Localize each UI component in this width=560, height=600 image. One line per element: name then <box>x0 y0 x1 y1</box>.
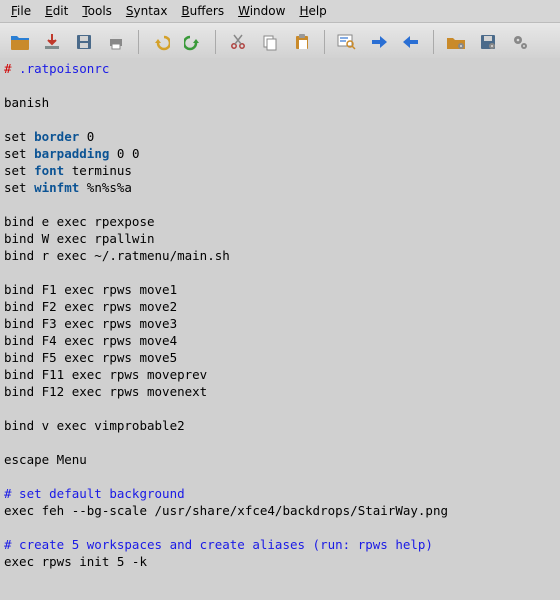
code-text: exec rpws init 5 -k <box>4 554 147 569</box>
code-text: set <box>4 180 34 195</box>
menu-file[interactable]: File <box>4 2 38 20</box>
find-replace-icon <box>337 33 357 51</box>
code-text: bind F4 exec rpws move4 <box>4 333 177 348</box>
menu-buffers[interactable]: Buffers <box>174 2 231 20</box>
code-text: # create 5 workspaces and create aliases… <box>4 537 433 552</box>
print-icon <box>107 33 125 51</box>
code-text: 0 0 <box>109 146 139 161</box>
code-text: # <box>4 61 12 76</box>
undo-button[interactable] <box>146 27 176 57</box>
folder-gear-icon <box>446 33 466 51</box>
code-text: %n%s%a <box>79 180 132 195</box>
arrow-right-icon <box>370 33 388 51</box>
menu-edit[interactable]: Edit <box>38 2 75 20</box>
menu-tools[interactable]: Tools <box>75 2 119 20</box>
code-text: barpadding <box>34 146 109 161</box>
download-icon <box>43 33 61 51</box>
open-button[interactable] <box>5 27 35 57</box>
code-text: bind W exec rpallwin <box>4 231 155 246</box>
print-button[interactable] <box>101 27 131 57</box>
code-text: banish <box>4 95 49 110</box>
cut-icon <box>229 33 247 51</box>
prev-button[interactable] <box>396 27 426 57</box>
open-session-button[interactable] <box>441 27 471 57</box>
code-text: bind F5 exec rpws move5 <box>4 350 177 365</box>
toolbar-separator <box>138 30 139 54</box>
paste-button[interactable] <box>287 27 317 57</box>
settings-button[interactable] <box>505 27 535 57</box>
code-text: bind r exec ~/.ratmenu/main.sh <box>4 248 230 263</box>
code-text: # set default background <box>4 486 185 501</box>
code-text: 0 <box>79 129 94 144</box>
code-text: bind F2 exec rpws move2 <box>4 299 177 314</box>
code-text: bind F1 exec rpws move1 <box>4 282 177 297</box>
toolbar <box>0 23 560 62</box>
code-text: set <box>4 163 34 178</box>
save-button[interactable] <box>69 27 99 57</box>
code-text: winfmt <box>34 180 79 195</box>
gears-icon <box>511 33 529 51</box>
open-icon <box>10 33 30 51</box>
menu-bar: File Edit Tools Syntax Buffers Window He… <box>0 0 560 23</box>
arrow-left-icon <box>402 33 420 51</box>
toolbar-separator <box>324 30 325 54</box>
menu-window[interactable]: Window <box>231 2 292 20</box>
save-gear-icon <box>479 33 497 51</box>
cut-button[interactable] <box>223 27 253 57</box>
toolbar-separator <box>433 30 434 54</box>
find-replace-button[interactable] <box>332 27 362 57</box>
copy-icon <box>261 33 279 51</box>
code-text: .ratpoisonrc <box>12 61 110 76</box>
code-text: set <box>4 146 34 161</box>
redo-button[interactable] <box>178 27 208 57</box>
save-icon <box>75 33 93 51</box>
code-text: bind e exec rpexpose <box>4 214 155 229</box>
code-text: bind v exec vimprobable2 <box>4 418 185 433</box>
code-text: set <box>4 129 34 144</box>
next-button[interactable] <box>364 27 394 57</box>
paste-icon <box>293 33 311 51</box>
code-text: bind F3 exec rpws move3 <box>4 316 177 331</box>
menu-help[interactable]: Help <box>292 2 333 20</box>
menu-syntax[interactable]: Syntax <box>119 2 175 20</box>
code-text: bind F11 exec rpws moveprev <box>4 367 207 382</box>
code-text: escape Menu <box>4 452 87 467</box>
code-text: exec feh --bg-scale /usr/share/xfce4/bac… <box>4 503 448 518</box>
save-session-button[interactable] <box>473 27 503 57</box>
redo-icon <box>184 33 202 51</box>
editor-area[interactable]: # .ratpoisonrc banish set border 0 set b… <box>0 58 560 600</box>
code-text: bind F12 exec rpws movenext <box>4 384 207 399</box>
download-button[interactable] <box>37 27 67 57</box>
code-text: border <box>34 129 79 144</box>
copy-button[interactable] <box>255 27 285 57</box>
code-text: font <box>34 163 64 178</box>
toolbar-separator <box>215 30 216 54</box>
undo-icon <box>152 33 170 51</box>
code-text: terminus <box>64 163 132 178</box>
